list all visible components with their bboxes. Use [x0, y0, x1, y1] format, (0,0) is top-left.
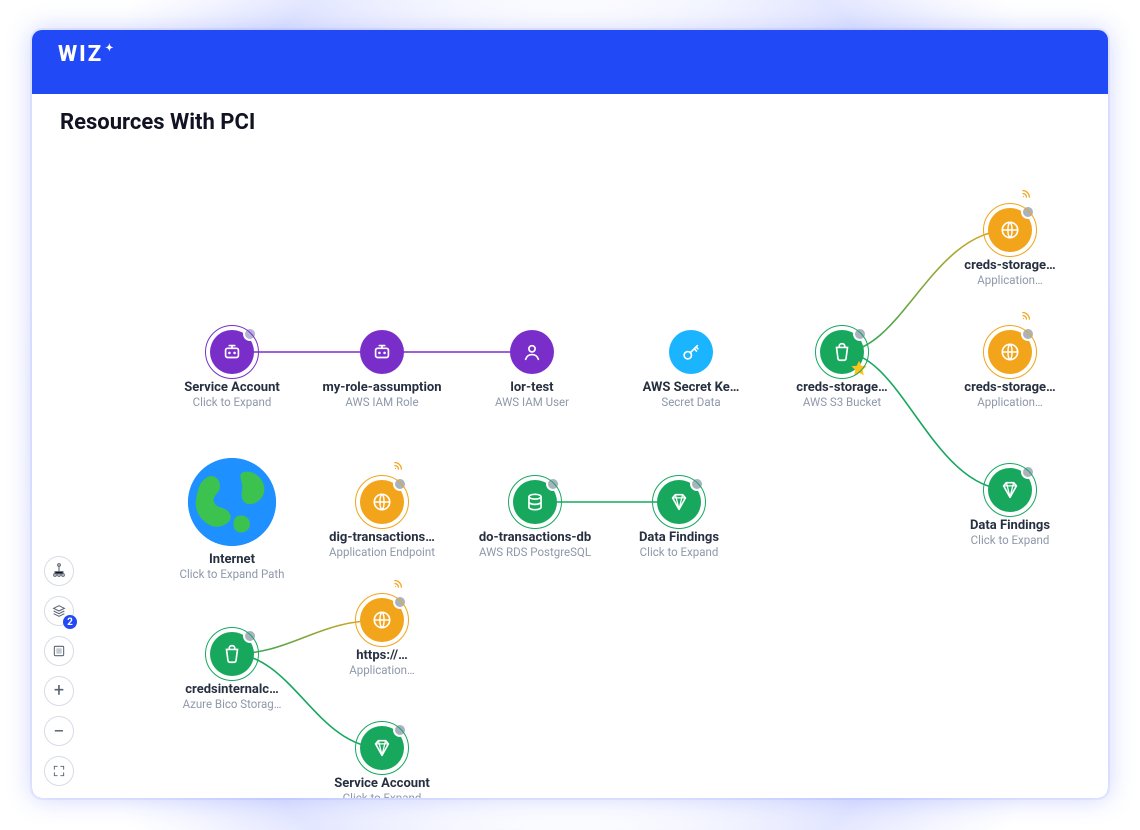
node-label: Service Account [302, 776, 462, 791]
node-iam-user[interactable]: lor-test AWS IAM User [452, 330, 612, 409]
rss-icon [1020, 186, 1034, 200]
node-sublabel: Application… [302, 663, 462, 677]
node-secret-key[interactable]: AWS Secret Ke… Secret Data [611, 330, 771, 409]
node-rds[interactable]: do-transactions-db AWS RDS PostgreSQL [455, 480, 615, 559]
node-label: my-role-assumption [302, 380, 462, 395]
rss-icon [1020, 308, 1034, 322]
node-sublabel: Application… [930, 395, 1090, 409]
graph-canvas[interactable]: Service Account Click to Expand my-role-… [32, 94, 1108, 798]
minus-icon: − [53, 721, 64, 741]
node-data-findings-1[interactable]: Data Findings Click to Expand [930, 468, 1090, 547]
sparkle-icon: ✦ [105, 43, 115, 54]
node-label: creds-storage… [930, 380, 1090, 395]
node-label: Data Findings [599, 530, 759, 545]
node-https-endpoint[interactable]: https://… Application… [302, 598, 462, 677]
robot-icon [360, 330, 404, 374]
node-azure-storage[interactable]: credsinternalc… Azure Bico Storag… [152, 632, 312, 711]
node-label: do-transactions-db [455, 530, 615, 545]
node-label: AWS Secret Ke… [611, 380, 771, 395]
globe-icon [360, 480, 404, 524]
wiz-logo: WIZ ✦ [58, 42, 116, 67]
node-label: credsinternalc… [152, 682, 312, 697]
node-internet[interactable]: Internet Click to Expand Path [152, 458, 312, 581]
node-sublabel: Application… [930, 273, 1090, 287]
user-icon [510, 330, 554, 374]
node-label: creds-storage… [762, 380, 922, 395]
globe-icon [988, 330, 1032, 374]
node-label: lor-test [452, 380, 612, 395]
node-sublabel: Click to Expand [599, 545, 759, 559]
node-creds-app-2[interactable]: creds-storage… Application… [930, 330, 1090, 409]
node-sublabel: Application Endpoint [302, 545, 462, 559]
layers-button[interactable] [44, 596, 74, 626]
globe-icon [360, 598, 404, 642]
node-s3-bucket[interactable]: creds-storage… AWS S3 Bucket [762, 330, 922, 409]
node-service-account[interactable]: Service Account Click to Expand [152, 330, 312, 409]
globe-icon [988, 208, 1032, 252]
key-icon [669, 330, 713, 374]
node-creds-app-1[interactable]: creds-storage… Application… [930, 208, 1090, 287]
gem-icon [988, 468, 1032, 512]
node-sublabel: Azure Bico Storag… [152, 697, 312, 711]
node-data-findings-2[interactable]: Data Findings Click to Expand [599, 480, 759, 559]
node-label: dig-transactions… [302, 530, 462, 545]
node-label: Service Account [152, 380, 312, 395]
frame-select-button[interactable] [44, 636, 74, 666]
bucket-icon [820, 330, 864, 374]
fullscreen-button[interactable] [44, 756, 74, 786]
node-label: Data Findings [930, 518, 1090, 533]
star-icon [848, 358, 870, 380]
rss-icon [392, 576, 406, 590]
node-dig-transactions[interactable]: dig-transactions… Application Endpoint [302, 480, 462, 559]
zoom-in-button[interactable]: + [44, 676, 74, 706]
plus-icon: + [54, 682, 64, 700]
node-sublabel: Click to Expand [152, 395, 312, 409]
hierarchy-button[interactable] [44, 556, 74, 586]
gem-icon [657, 480, 701, 524]
node-sublabel: AWS RDS PostgreSQL [455, 545, 615, 559]
node-sublabel: AWS IAM User [452, 395, 612, 409]
rss-icon [392, 458, 406, 472]
zoom-out-button[interactable]: − [44, 716, 74, 746]
node-sublabel: Secret Data [611, 395, 771, 409]
node-service-account-2[interactable]: Service Account Click to Expand [302, 726, 462, 798]
robot-icon [210, 330, 254, 374]
earth-icon [188, 458, 276, 546]
content-panel: Resources With PCI [32, 94, 1108, 798]
node-label: creds-storage… [930, 258, 1090, 273]
graph-toolbar: + − [44, 556, 74, 786]
node-iam-role[interactable]: my-role-assumption AWS IAM Role [302, 330, 462, 409]
app-frame: WIZ ✦ Resources With PCI [32, 30, 1108, 798]
node-sublabel: Click to Expand Path [152, 567, 312, 581]
node-sublabel: Click to Expand [302, 791, 462, 798]
node-label: Internet [152, 552, 312, 567]
node-sublabel: Click to Expand [930, 533, 1090, 547]
wiz-logo-text: WIZ [58, 42, 103, 67]
gem-icon [360, 726, 404, 770]
node-sublabel: AWS S3 Bucket [762, 395, 922, 409]
bucket-icon [210, 632, 254, 676]
database-icon [513, 480, 557, 524]
node-label: https://… [302, 648, 462, 663]
node-sublabel: AWS IAM Role [302, 395, 462, 409]
